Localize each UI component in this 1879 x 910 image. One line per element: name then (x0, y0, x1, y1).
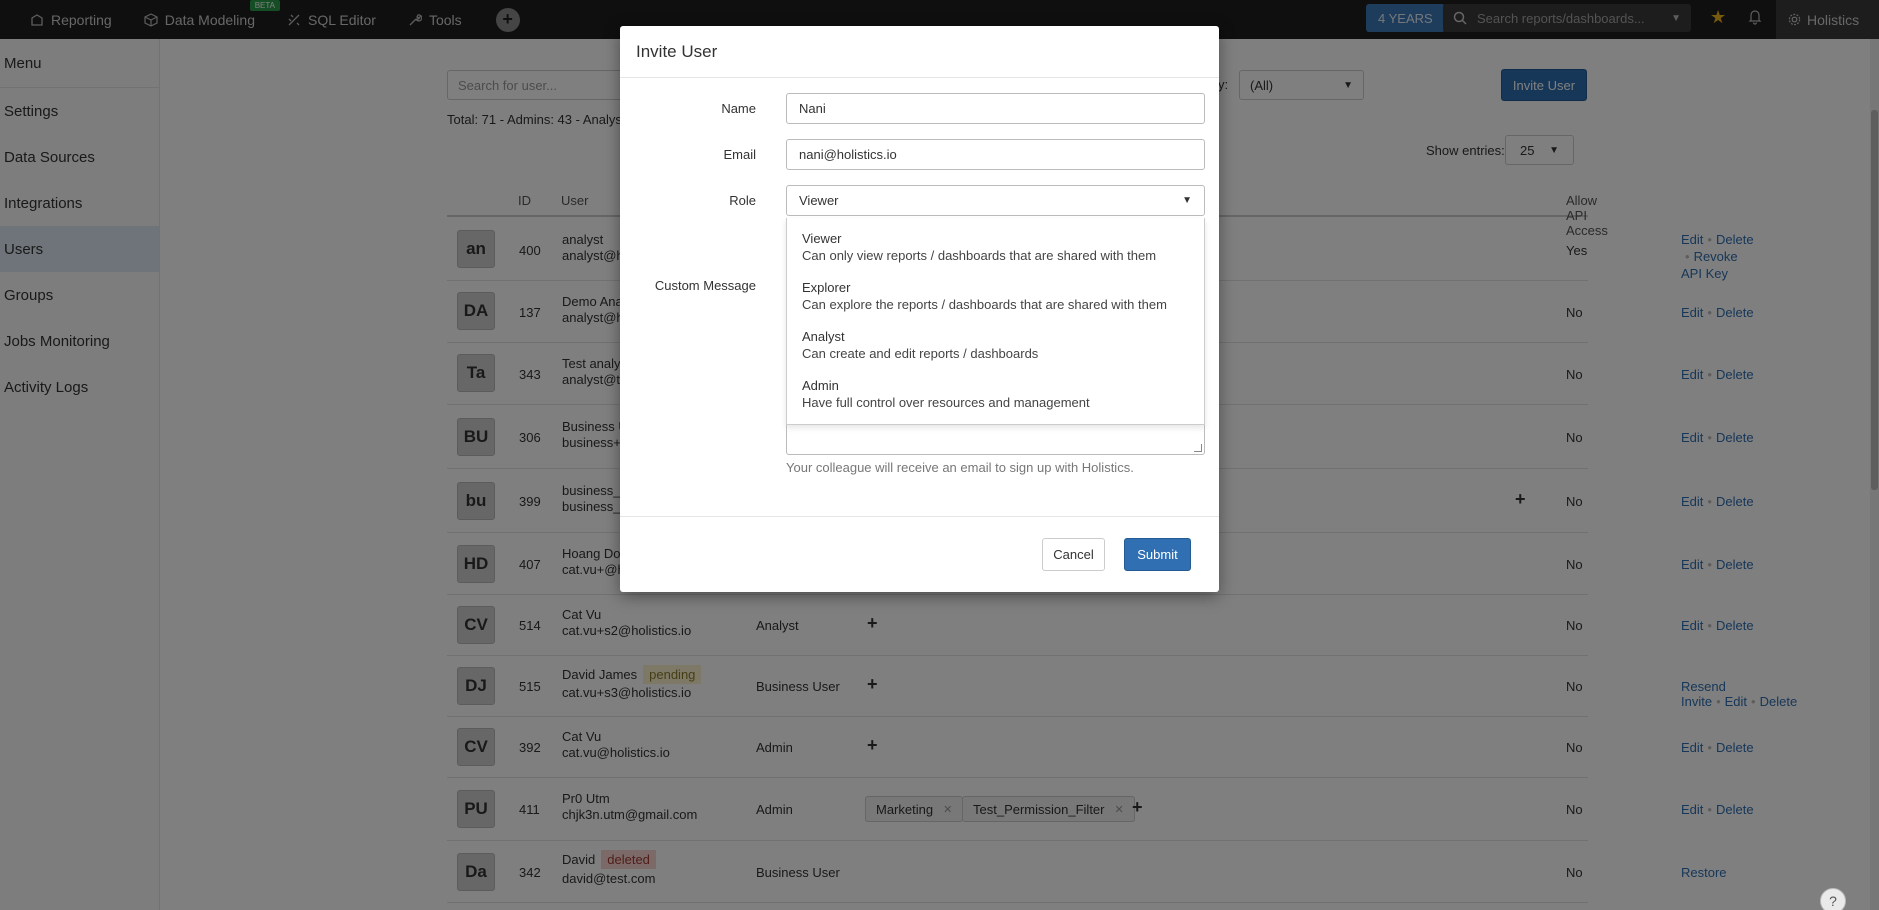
role-option-admin[interactable]: Admin Have full control over resources a… (802, 377, 1090, 411)
submit-button[interactable]: Submit (1124, 538, 1191, 571)
resize-handle-icon[interactable] (1194, 444, 1202, 452)
role-dropdown-menu: Viewer Can only view reports / dashboard… (786, 218, 1205, 425)
name-value: Nani (799, 101, 826, 116)
role-option-analyst[interactable]: Analyst Can create and edit reports / da… (802, 328, 1038, 362)
caret-down-icon: ▼ (1182, 195, 1192, 206)
modal-title: Invite User (620, 26, 1219, 78)
role-select[interactable]: Viewer ▼ (786, 185, 1205, 216)
role-option-title: Analyst (802, 329, 845, 344)
role-option-explorer[interactable]: Explorer Can explore the reports / dashb… (802, 279, 1167, 313)
name-input[interactable]: Nani (786, 93, 1205, 124)
role-option-viewer[interactable]: Viewer Can only view reports / dashboard… (802, 230, 1156, 264)
invite-help-text: Your colleague will receive an email to … (786, 460, 1134, 475)
role-option-desc: Have full control over resources and man… (802, 395, 1090, 410)
custom-message-textarea[interactable] (786, 425, 1205, 455)
role-label: Role (729, 193, 756, 208)
modal-footer: Cancel Submit (620, 516, 1219, 592)
role-option-title: Explorer (802, 280, 851, 295)
role-option-desc: Can only view reports / dashboards that … (802, 248, 1157, 263)
role-option-title: Admin (802, 378, 839, 393)
email-label: Email (723, 147, 756, 162)
email-value: nani@holistics.io (799, 147, 897, 162)
custom-message-label: Custom Message (654, 278, 756, 293)
name-label: Name (721, 101, 756, 116)
help-button[interactable]: ? (1820, 888, 1846, 910)
role-value: Viewer (799, 193, 839, 208)
cancel-button[interactable]: Cancel (1042, 538, 1105, 571)
role-option-title: Viewer (802, 231, 842, 246)
role-option-desc: Can explore the reports / dashboards tha… (802, 297, 1167, 312)
invite-user-modal: Invite User Name Nani Email nani@holisti… (620, 26, 1219, 592)
role-option-desc: Can create and edit reports / dashboards (802, 346, 1039, 361)
email-input[interactable]: nani@holistics.io (786, 139, 1205, 170)
